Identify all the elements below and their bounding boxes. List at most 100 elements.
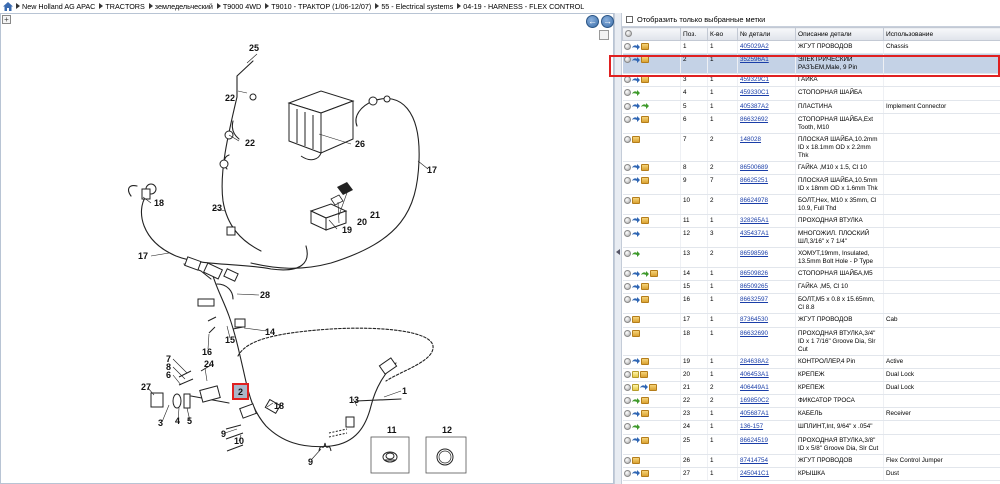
green-arrow-icon[interactable] (631, 423, 640, 430)
table-row[interactable]: 10 2 86624978 БОЛТ,Hex, M10 x 35mm, Cl 10.9… (622, 194, 1000, 215)
blue-arrow-icon[interactable] (631, 270, 640, 277)
info-icon[interactable] (623, 135, 631, 143)
row-part-number[interactable]: 86632690 (740, 330, 768, 337)
info-icon[interactable] (623, 163, 631, 171)
row-part-number[interactable]: 459330C1 (740, 89, 769, 96)
callout-highlighted[interactable]: 2 (238, 387, 243, 397)
blue-arrow-icon[interactable] (631, 230, 640, 237)
package-icon[interactable] (640, 283, 649, 291)
callout[interactable]: 18 (154, 198, 164, 208)
breadcrumb-item[interactable]: 55 - Electrical systems (375, 2, 453, 11)
package-icon[interactable] (631, 329, 640, 337)
row-part-number[interactable]: 352596A1 (740, 56, 769, 63)
row-part-number[interactable]: 136-157 (740, 423, 763, 430)
callout[interactable]: 27 (141, 382, 151, 392)
blue-arrow-icon[interactable] (631, 410, 640, 417)
column-header[interactable]: Использование (883, 27, 1000, 41)
package-icon[interactable] (648, 383, 657, 391)
package-icon[interactable] (640, 163, 649, 171)
callout[interactable]: 12 (442, 425, 452, 435)
row-part-number[interactable]: 86509265 (740, 283, 768, 290)
callout[interactable]: 26 (355, 139, 365, 149)
row-part-number[interactable]: 284638A2 (740, 358, 769, 365)
blue-arrow-icon[interactable] (631, 470, 640, 477)
table-row[interactable]: 6 1 86632692 СТОПОРНАЯ ШАЙБА,Ext Tooth, M10 (622, 113, 1000, 134)
info-icon[interactable] (623, 410, 631, 418)
breadcrumb-item[interactable]: земледельческий (148, 2, 213, 11)
breadcrumb-item[interactable]: New Holland AG APAC (16, 2, 95, 11)
table-row[interactable]: 19 1 284638A2 КОНТРОЛЛЕР,4 Pin Active (622, 355, 1000, 369)
table-row[interactable]: 22 2 169850C2 ФИКСАТОР ТРОСА (622, 394, 1000, 409)
info-icon[interactable] (623, 397, 631, 405)
column-header-tools[interactable] (622, 27, 681, 41)
package-icon[interactable] (640, 216, 649, 224)
column-header[interactable]: № детали (737, 27, 796, 41)
column-header[interactable]: Описание детали (795, 27, 884, 41)
blue-arrow-icon[interactable] (631, 177, 640, 184)
info-icon[interactable] (623, 316, 631, 324)
callout[interactable]: 6 (166, 370, 171, 380)
show-selected-checkbox[interactable] (626, 16, 633, 23)
info-icon[interactable] (623, 115, 631, 123)
green-arrow-icon[interactable] (631, 89, 640, 96)
row-part-number[interactable]: 405687A1 (740, 410, 769, 417)
blue-arrow-icon[interactable] (639, 384, 648, 391)
blue-arrow-icon[interactable] (631, 56, 640, 63)
callout[interactable]: 13 (349, 395, 359, 405)
row-part-number[interactable]: 86632692 (740, 116, 768, 123)
callout[interactable]: 15 (225, 335, 235, 345)
pane-splitter[interactable] (614, 13, 622, 484)
package-icon[interactable] (640, 469, 649, 477)
table-row[interactable]: 25 1 86624519 ПРОХОДНАЯ ВТУЛКА,3/8" ID x 5/… (622, 434, 1000, 455)
callout[interactable]: 9 (308, 457, 313, 467)
row-part-number[interactable]: 459329C1 (740, 76, 769, 83)
table-row[interactable]: 9 7 86625251 ПЛОСКАЯ ШАЙБА,10.5mm ID x 18mm… (622, 174, 1000, 195)
green-arrow-icon[interactable] (631, 397, 640, 404)
table-row[interactable]: 26 1 87414754 ЖГУТ ПРОВОДОВ Flex Control Jum… (622, 454, 1000, 468)
row-part-number[interactable]: 86625251 (740, 177, 768, 184)
table-row[interactable]: 20 1 406453A1 КРЕПЕЖ Dual Lock (622, 368, 1000, 382)
callout[interactable]: 5 (187, 416, 192, 426)
row-part-number[interactable]: 86624978 (740, 197, 768, 204)
note-icon[interactable] (631, 370, 639, 378)
callout[interactable]: 11 (387, 425, 397, 435)
callout[interactable]: 23 (212, 203, 222, 213)
blue-arrow-icon[interactable] (631, 358, 640, 365)
callout[interactable]: 22 (245, 138, 255, 148)
info-icon[interactable] (623, 370, 631, 378)
column-header[interactable]: Поз. (680, 27, 708, 41)
package-icon[interactable] (640, 397, 649, 405)
table-row[interactable]: 12 3 435437A1 МНОГОЖИЛ. ПЛОСКИЙ ШЛ,3/16" x … (622, 227, 1000, 249)
table-row[interactable]: 1 1 405029A2 ЖГУТ ПРОВОДОВ Chassis (622, 40, 1000, 55)
package-icon[interactable] (640, 436, 649, 444)
table-row[interactable]: 21 2 406449A1 КРЕПЕЖ Dual Lock (622, 381, 1000, 396)
package-icon[interactable] (640, 43, 649, 50)
package-icon[interactable] (640, 115, 649, 123)
callout[interactable]: 20 (357, 217, 367, 227)
info-icon[interactable] (623, 423, 631, 431)
home-icon[interactable] (3, 2, 13, 11)
row-part-number[interactable]: 405387A2 (740, 103, 769, 110)
table-row[interactable]: 14 1 86509826 СТОПОРНАЯ ШАЙБА,M5 (622, 267, 1000, 282)
settings-icon[interactable] (625, 30, 632, 38)
blue-arrow-icon[interactable] (631, 164, 640, 171)
green-arrow-icon[interactable] (631, 250, 640, 257)
green-arrow-icon[interactable] (640, 103, 649, 110)
callout[interactable]: 16 (202, 347, 212, 357)
breadcrumb-item[interactable]: T9010 - ТРАКТОР (1/06-12/07) (265, 2, 371, 11)
package-icon[interactable] (639, 370, 648, 378)
callout[interactable]: 17 (427, 165, 437, 175)
info-icon[interactable] (623, 176, 631, 184)
table-row[interactable]: 2 1 352596A1 ЭЛЕКТРИЧЕСКИЙ РАЗЪЕМ,Male, 9 P… (622, 53, 1000, 75)
table-row[interactable]: 24 1 136-157 ШПЛИНТ,Int, 9/64" x .054" (622, 420, 1000, 435)
blue-arrow-icon[interactable] (631, 296, 640, 303)
info-icon[interactable] (623, 56, 631, 64)
row-part-number[interactable]: 169850C2 (740, 397, 769, 404)
row-part-number[interactable]: 86509826 (740, 270, 768, 277)
callout[interactable]: 14 (265, 327, 275, 337)
collapse-arrow-icon[interactable] (616, 249, 620, 255)
row-part-number[interactable]: 87414754 (740, 457, 768, 464)
table-row[interactable]: 4 1 459330C1 СТОПОРНАЯ ШАЙБА (622, 86, 1000, 101)
breadcrumb-item[interactable]: TRACTORS (99, 2, 145, 11)
callout[interactable]: 17 (138, 251, 148, 261)
